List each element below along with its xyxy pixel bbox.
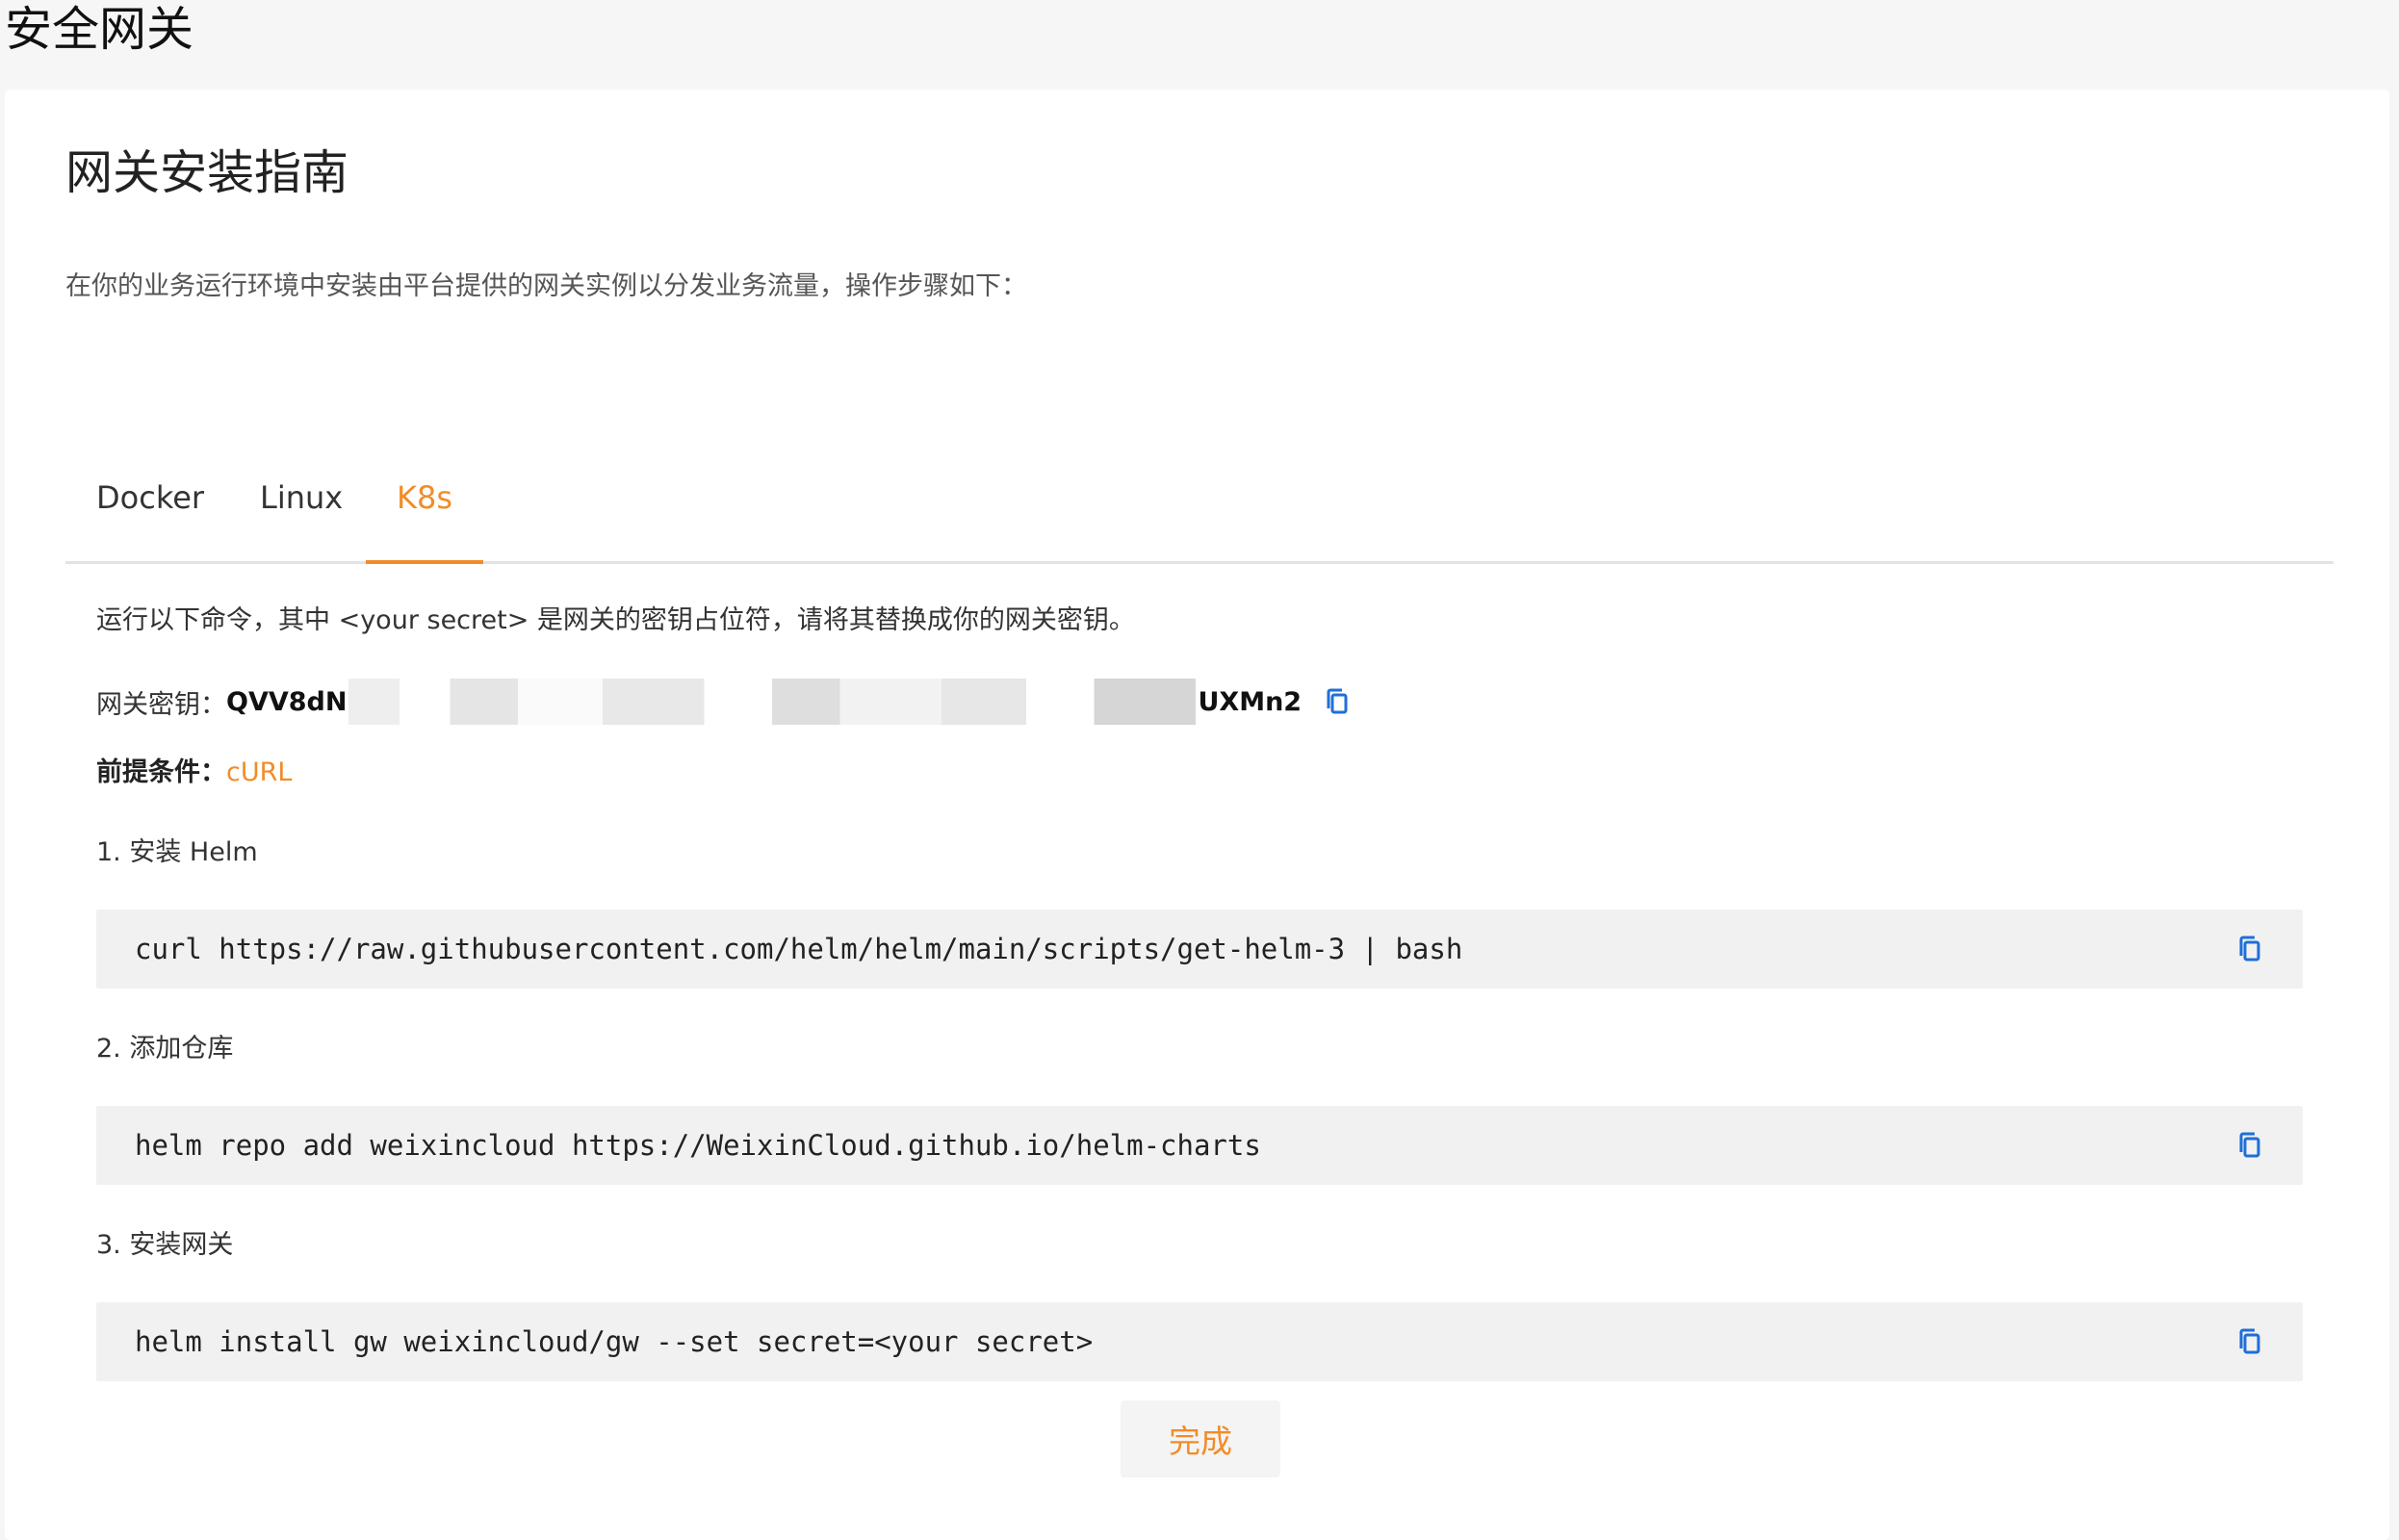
tab-k8s[interactable]: K8s xyxy=(366,446,484,564)
secret-value-end: UXMn2 xyxy=(1198,686,1303,717)
prerequisite-label: 前提条件： xyxy=(96,757,226,787)
tab-linux[interactable]: Linux xyxy=(229,446,374,558)
step-1-code-block: curl https://raw.githubusercontent.com/h… xyxy=(96,910,2303,988)
done-button[interactable]: 完成 xyxy=(1121,1400,1280,1477)
step-1-label: 1. 安装 Helm xyxy=(96,837,258,867)
step-3-label: 3. 安装网关 xyxy=(96,1230,234,1260)
gateway-secret-row: 网关密钥： QVV8dN UXMn2 xyxy=(96,677,1352,727)
step-3-code-block: helm install gw weixincloud/gw --set sec… xyxy=(96,1302,2303,1381)
copy-icon[interactable] xyxy=(2235,1326,2264,1357)
intro-text: 在你的业务运行环境中安装由平台提供的网关实例以分发业务流量，操作步骤如下： xyxy=(65,271,1027,301)
page-title: 安全网关 xyxy=(5,2,194,57)
k8s-description: 运行以下命令，其中 <your secret> 是网关的密钥占位符，请将其替换成… xyxy=(96,605,1135,635)
step-1-command[interactable]: curl https://raw.githubusercontent.com/h… xyxy=(135,910,1462,988)
prerequisite-row: 前提条件：cURL xyxy=(96,752,292,794)
step-2-label: 2. 添加仓库 xyxy=(96,1034,234,1064)
install-tabs: Docker Linux K8s xyxy=(65,446,2334,564)
card-title: 网关安装指南 xyxy=(65,145,349,200)
install-guide-card: 网关安装指南 在你的业务运行环境中安装由平台提供的网关实例以分发业务流量，操作步… xyxy=(5,90,2389,1540)
secret-label: 网关密钥： xyxy=(96,689,226,720)
step-2-command[interactable]: helm repo add weixincloud https://Weixin… xyxy=(135,1106,1261,1185)
tab-docker[interactable]: Docker xyxy=(65,446,235,558)
copy-icon[interactable] xyxy=(2235,934,2264,964)
secret-redaction-mask xyxy=(348,679,1197,725)
curl-link[interactable]: cURL xyxy=(226,757,292,787)
step-3-command[interactable]: helm install gw weixincloud/gw --set sec… xyxy=(135,1302,1093,1381)
step-2-code-block: helm repo add weixincloud https://Weixin… xyxy=(96,1106,2303,1185)
secret-value-start: QVV8dN xyxy=(226,686,348,717)
copy-icon[interactable] xyxy=(2235,1130,2264,1161)
copy-icon[interactable] xyxy=(1323,686,1352,717)
